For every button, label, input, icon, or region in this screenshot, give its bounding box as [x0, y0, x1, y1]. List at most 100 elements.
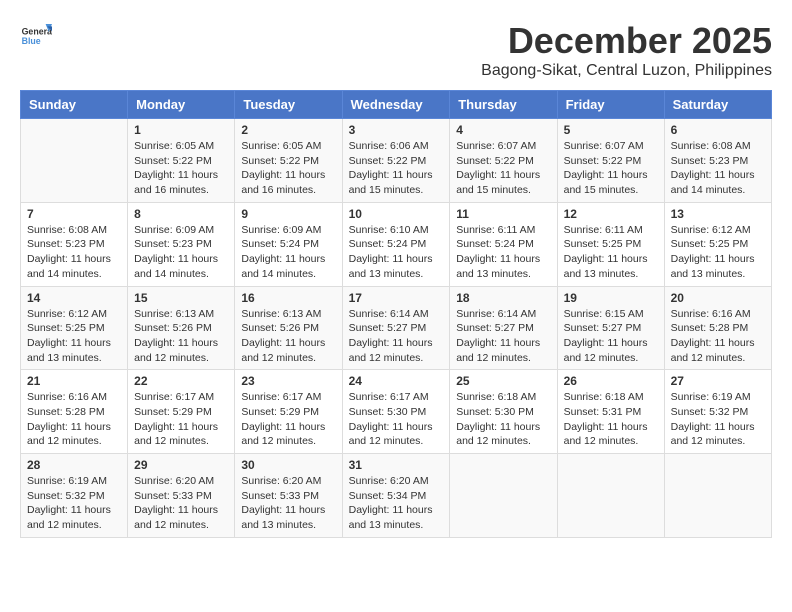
sunrise-text: Sunrise: 6:17 AM	[134, 391, 214, 403]
sunrise-text: Sunrise: 6:11 AM	[564, 224, 643, 236]
sunset-text: Sunset: 5:23 PM	[671, 155, 749, 167]
month-title: December 2025	[481, 20, 772, 62]
calendar-day-cell: 27 Sunrise: 6:19 AM Sunset: 5:32 PM Dayl…	[664, 370, 771, 454]
daylight-text: Daylight: 11 hours and 15 minutes.	[564, 169, 648, 196]
day-number: 21	[27, 374, 121, 388]
sunrise-text: Sunrise: 6:13 AM	[134, 308, 214, 320]
sunset-text: Sunset: 5:33 PM	[241, 490, 319, 502]
calendar-day-cell: 22 Sunrise: 6:17 AM Sunset: 5:29 PM Dayl…	[128, 370, 235, 454]
day-info: Sunrise: 6:18 AM Sunset: 5:31 PM Dayligh…	[564, 390, 658, 449]
daylight-text: Daylight: 11 hours and 12 minutes.	[564, 337, 648, 364]
calendar-day-cell	[450, 454, 557, 538]
day-number: 30	[241, 458, 335, 472]
sunrise-text: Sunrise: 6:16 AM	[27, 391, 107, 403]
day-info: Sunrise: 6:20 AM Sunset: 5:33 PM Dayligh…	[241, 474, 335, 533]
day-number: 15	[134, 291, 228, 305]
day-number: 19	[564, 291, 658, 305]
calendar-day-cell: 3 Sunrise: 6:06 AM Sunset: 5:22 PM Dayli…	[342, 119, 450, 203]
weekday-header-sunday: Sunday	[21, 91, 128, 119]
sunrise-text: Sunrise: 6:07 AM	[564, 140, 644, 152]
calendar-day-cell: 1 Sunrise: 6:05 AM Sunset: 5:22 PM Dayli…	[128, 119, 235, 203]
day-info: Sunrise: 6:12 AM Sunset: 5:25 PM Dayligh…	[671, 223, 765, 282]
sunset-text: Sunset: 5:30 PM	[349, 406, 427, 418]
sunrise-text: Sunrise: 6:19 AM	[27, 475, 107, 487]
daylight-text: Daylight: 11 hours and 15 minutes.	[456, 169, 540, 196]
sunrise-text: Sunrise: 6:14 AM	[456, 308, 536, 320]
day-info: Sunrise: 6:11 AM Sunset: 5:24 PM Dayligh…	[456, 223, 550, 282]
daylight-text: Daylight: 11 hours and 12 minutes.	[27, 504, 111, 531]
daylight-text: Daylight: 11 hours and 13 minutes.	[27, 337, 111, 364]
day-number: 12	[564, 207, 658, 221]
daylight-text: Daylight: 11 hours and 12 minutes.	[564, 421, 648, 448]
sunrise-text: Sunrise: 6:20 AM	[134, 475, 214, 487]
weekday-header-monday: Monday	[128, 91, 235, 119]
calendar-week-row: 7 Sunrise: 6:08 AM Sunset: 5:23 PM Dayli…	[21, 202, 772, 286]
sunrise-text: Sunrise: 6:07 AM	[456, 140, 536, 152]
day-number: 10	[349, 207, 444, 221]
daylight-text: Daylight: 11 hours and 13 minutes.	[456, 253, 540, 280]
sunset-text: Sunset: 5:27 PM	[349, 322, 427, 334]
calendar-day-cell	[557, 454, 664, 538]
sunrise-text: Sunrise: 6:11 AM	[456, 224, 535, 236]
sunset-text: Sunset: 5:26 PM	[134, 322, 212, 334]
day-info: Sunrise: 6:19 AM Sunset: 5:32 PM Dayligh…	[27, 474, 121, 533]
sunset-text: Sunset: 5:22 PM	[564, 155, 642, 167]
day-info: Sunrise: 6:08 AM Sunset: 5:23 PM Dayligh…	[27, 223, 121, 282]
calendar-week-row: 1 Sunrise: 6:05 AM Sunset: 5:22 PM Dayli…	[21, 119, 772, 203]
calendar-week-row: 14 Sunrise: 6:12 AM Sunset: 5:25 PM Dayl…	[21, 286, 772, 370]
calendar-day-cell: 4 Sunrise: 6:07 AM Sunset: 5:22 PM Dayli…	[450, 119, 557, 203]
day-number: 13	[671, 207, 765, 221]
day-info: Sunrise: 6:05 AM Sunset: 5:22 PM Dayligh…	[241, 139, 335, 198]
sunset-text: Sunset: 5:22 PM	[456, 155, 534, 167]
day-number: 14	[27, 291, 121, 305]
sunset-text: Sunset: 5:22 PM	[349, 155, 427, 167]
calendar-day-cell: 2 Sunrise: 6:05 AM Sunset: 5:22 PM Dayli…	[235, 119, 342, 203]
day-number: 25	[456, 374, 550, 388]
daylight-text: Daylight: 11 hours and 13 minutes.	[564, 253, 648, 280]
day-number: 29	[134, 458, 228, 472]
calendar-day-cell: 13 Sunrise: 6:12 AM Sunset: 5:25 PM Dayl…	[664, 202, 771, 286]
daylight-text: Daylight: 11 hours and 13 minutes.	[241, 504, 325, 531]
day-info: Sunrise: 6:13 AM Sunset: 5:26 PM Dayligh…	[134, 307, 228, 366]
sunrise-text: Sunrise: 6:12 AM	[27, 308, 107, 320]
day-number: 24	[349, 374, 444, 388]
daylight-text: Daylight: 11 hours and 14 minutes.	[671, 169, 755, 196]
day-info: Sunrise: 6:18 AM Sunset: 5:30 PM Dayligh…	[456, 390, 550, 449]
daylight-text: Daylight: 11 hours and 12 minutes.	[134, 337, 218, 364]
daylight-text: Daylight: 11 hours and 14 minutes.	[27, 253, 111, 280]
daylight-text: Daylight: 11 hours and 12 minutes.	[456, 337, 540, 364]
calendar-day-cell: 14 Sunrise: 6:12 AM Sunset: 5:25 PM Dayl…	[21, 286, 128, 370]
calendar-day-cell: 26 Sunrise: 6:18 AM Sunset: 5:31 PM Dayl…	[557, 370, 664, 454]
day-number: 8	[134, 207, 228, 221]
sunset-text: Sunset: 5:23 PM	[27, 238, 105, 250]
day-info: Sunrise: 6:17 AM Sunset: 5:29 PM Dayligh…	[241, 390, 335, 449]
day-info: Sunrise: 6:15 AM Sunset: 5:27 PM Dayligh…	[564, 307, 658, 366]
daylight-text: Daylight: 11 hours and 13 minutes.	[349, 253, 433, 280]
day-number: 11	[456, 207, 550, 221]
day-info: Sunrise: 6:17 AM Sunset: 5:30 PM Dayligh…	[349, 390, 444, 449]
daylight-text: Daylight: 11 hours and 13 minutes.	[349, 504, 433, 531]
day-info: Sunrise: 6:14 AM Sunset: 5:27 PM Dayligh…	[456, 307, 550, 366]
sunset-text: Sunset: 5:31 PM	[564, 406, 642, 418]
sunrise-text: Sunrise: 6:05 AM	[134, 140, 214, 152]
day-info: Sunrise: 6:11 AM Sunset: 5:25 PM Dayligh…	[564, 223, 658, 282]
calendar-day-cell: 11 Sunrise: 6:11 AM Sunset: 5:24 PM Dayl…	[450, 202, 557, 286]
sunset-text: Sunset: 5:25 PM	[671, 238, 749, 250]
day-info: Sunrise: 6:06 AM Sunset: 5:22 PM Dayligh…	[349, 139, 444, 198]
day-info: Sunrise: 6:08 AM Sunset: 5:23 PM Dayligh…	[671, 139, 765, 198]
sunset-text: Sunset: 5:30 PM	[456, 406, 534, 418]
daylight-text: Daylight: 11 hours and 14 minutes.	[134, 253, 218, 280]
calendar-day-cell: 10 Sunrise: 6:10 AM Sunset: 5:24 PM Dayl…	[342, 202, 450, 286]
calendar-day-cell: 20 Sunrise: 6:16 AM Sunset: 5:28 PM Dayl…	[664, 286, 771, 370]
day-number: 28	[27, 458, 121, 472]
sunset-text: Sunset: 5:24 PM	[349, 238, 427, 250]
daylight-text: Daylight: 11 hours and 12 minutes.	[27, 421, 111, 448]
day-number: 23	[241, 374, 335, 388]
day-number: 18	[456, 291, 550, 305]
day-info: Sunrise: 6:20 AM Sunset: 5:33 PM Dayligh…	[134, 474, 228, 533]
day-info: Sunrise: 6:16 AM Sunset: 5:28 PM Dayligh…	[27, 390, 121, 449]
sunrise-text: Sunrise: 6:16 AM	[671, 308, 751, 320]
day-info: Sunrise: 6:17 AM Sunset: 5:29 PM Dayligh…	[134, 390, 228, 449]
calendar-day-cell: 5 Sunrise: 6:07 AM Sunset: 5:22 PM Dayli…	[557, 119, 664, 203]
sunrise-text: Sunrise: 6:08 AM	[671, 140, 751, 152]
